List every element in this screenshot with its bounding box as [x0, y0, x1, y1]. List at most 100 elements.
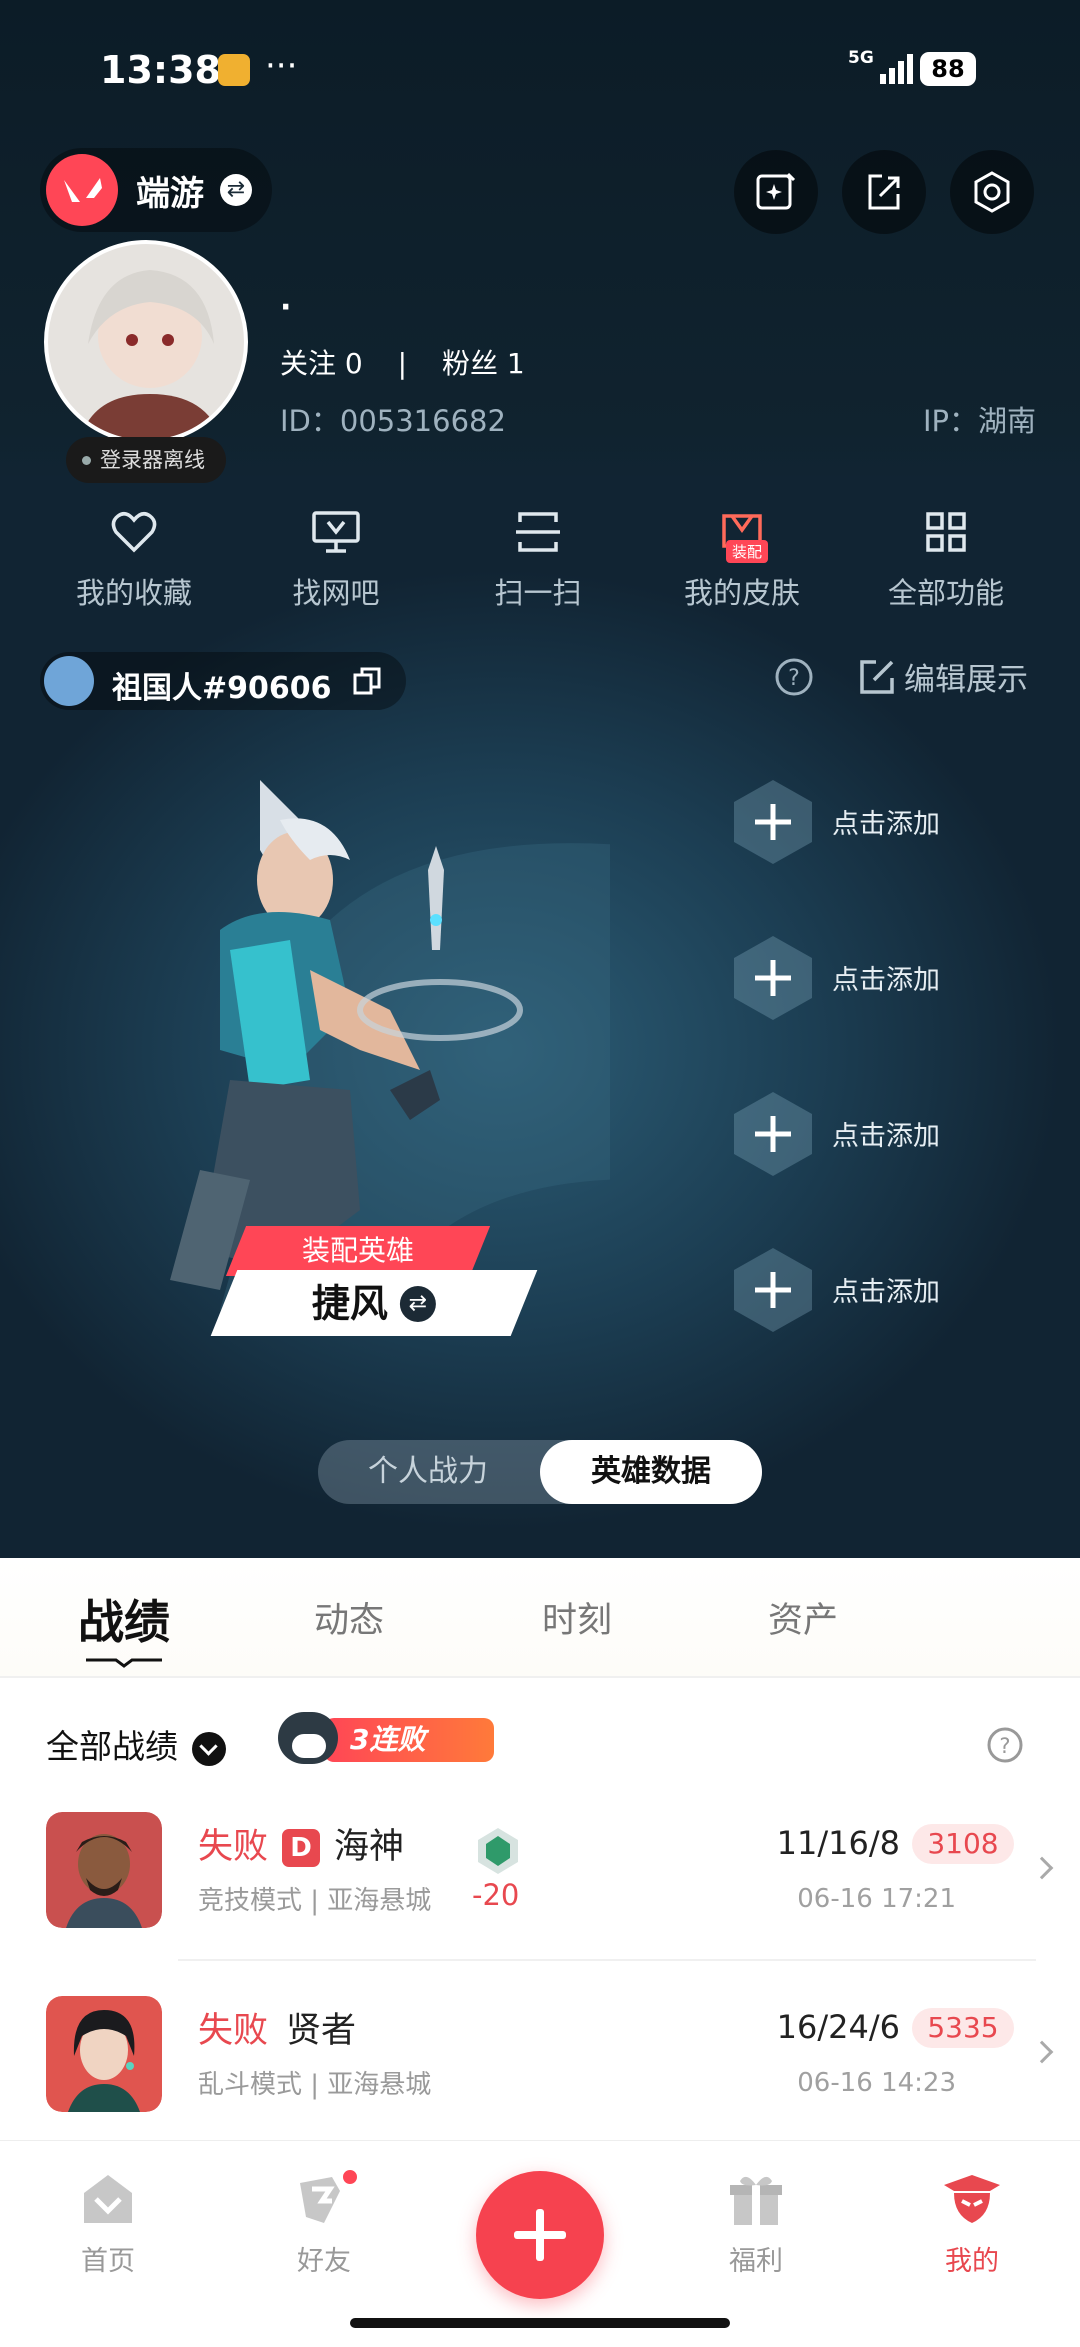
tab-feed[interactable]: 动态 — [314, 1592, 384, 1643]
network-label: 5G — [848, 48, 874, 68]
nav-label: 首页 — [81, 2246, 135, 2277]
quick-label: 全部功能 — [887, 576, 1004, 610]
tab-records[interactable]: 战绩 — [78, 1586, 170, 1652]
quick-label: 我的皮肤 — [683, 576, 800, 610]
match-kda: 16/24/6 — [776, 2008, 900, 2046]
monitor-icon — [312, 511, 360, 553]
ai-edit-button[interactable] — [734, 150, 818, 234]
tab-underline — [86, 1658, 162, 1668]
nav-home[interactable]: 首页 — [38, 2171, 178, 2278]
records-filter[interactable]: 全部战绩 — [46, 1720, 226, 1768]
quick-scan[interactable]: 扫一扫 — [438, 510, 638, 612]
help-icon[interactable]: ? — [986, 1726, 1024, 1764]
heart-icon — [111, 512, 157, 553]
quick-netcafe[interactable]: 找网吧 — [236, 510, 436, 612]
edit-display-label: 编辑展示 — [904, 662, 1028, 698]
match-row[interactable]: 失败 D 海神 竞技模式 | 亚海悬城 -20 11/16/8 3108 06-16… — [0, 1812, 1080, 1982]
edit-icon — [860, 660, 894, 694]
quick-favorites[interactable]: 我的收藏 — [34, 510, 234, 612]
quick-label: 扫一扫 — [494, 576, 582, 610]
gear-icon — [974, 171, 1010, 213]
agent-avatar — [46, 1996, 162, 2112]
add-slot[interactable]: 点击添加 — [730, 1088, 1050, 1178]
follow-stats[interactable]: 关注 0 | 粉丝 1 — [280, 342, 525, 382]
hero-name: 捷风 — [311, 1281, 388, 1326]
swap-icon: ⇄ — [220, 174, 252, 206]
match-result: 失败 贤者 — [198, 2011, 357, 2051]
plus-hex-icon — [734, 1092, 812, 1176]
agent-avatar — [46, 1812, 162, 1928]
sparkle-edit-icon — [756, 172, 796, 210]
launcher-offline-badge: 登录器离线 — [66, 437, 226, 483]
tab-assets[interactable]: 资产 — [768, 1592, 838, 1643]
help-icon[interactable]: ? — [774, 657, 814, 697]
toggle-personal-power[interactable]: 个人战力 — [318, 1440, 538, 1504]
bottom-nav: 首页 好友 福利 我的 — [0, 2140, 1080, 2347]
following-count: 0 — [344, 347, 363, 380]
profile-icon — [944, 2175, 1000, 2223]
toggle-hero-data[interactable]: 英雄数据 — [540, 1440, 762, 1504]
riot-id-chip[interactable]: 祖国人#90606 — [40, 652, 406, 710]
create-post-button[interactable] — [476, 2171, 604, 2299]
streak-label: 3连败 — [324, 1718, 494, 1762]
penguin-icon — [278, 1712, 338, 1764]
quick-skins[interactable]: 装配 我的皮肤 — [642, 510, 842, 612]
rank-delta: -20 — [472, 1878, 520, 1912]
equipped-hero-card[interactable]: 捷风 ⇄ — [210, 1270, 538, 1336]
row-divider — [178, 1959, 1036, 1961]
svg-text:?: ? — [788, 666, 800, 691]
rank-badge: D — [282, 1829, 321, 1867]
plus-hex-icon — [734, 780, 812, 864]
valorant-logo-icon — [46, 154, 118, 226]
chevron-right-icon — [1030, 2040, 1054, 2064]
nav-label: 好友 — [297, 2246, 351, 2277]
signal-icon — [880, 54, 913, 84]
quick-label: 找网吧 — [292, 576, 380, 610]
plus-hex-icon — [734, 936, 812, 1020]
quick-actions: 我的收藏 找网吧 扫一扫 装配 我的皮肤 全部功能 — [0, 510, 1080, 620]
status-bar: 13:38 ··· 5G 88 — [0, 40, 1080, 110]
match-date: 06-16 14:23 — [797, 2068, 956, 2098]
add-slot[interactable]: 点击添加 — [730, 1244, 1050, 1334]
add-slot[interactable]: 点击添加 — [730, 932, 1050, 1022]
app-notification-icon — [218, 54, 250, 86]
tab-moments[interactable]: 时刻 — [542, 1592, 612, 1643]
match-agent: 贤者 — [286, 2011, 357, 2051]
copy-icon[interactable] — [352, 666, 382, 696]
home-icon — [84, 2175, 132, 2223]
nav-friends[interactable]: 好友 — [254, 2167, 394, 2278]
filter-label: 全部战绩 — [46, 1727, 178, 1766]
more-notifications-icon: ··· — [265, 46, 298, 86]
share-icon — [868, 174, 900, 210]
stats-separator: | — [397, 347, 408, 380]
nav-label: 福利 — [729, 2246, 783, 2277]
streak-badge: 3连败 — [278, 1708, 508, 1770]
nav-welfare[interactable]: 福利 — [686, 2171, 826, 2278]
status-time: 13:38 — [100, 48, 221, 92]
match-mode: 竞技模式 | 亚海悬城 — [198, 1886, 432, 1916]
quick-all-features[interactable]: 全部功能 — [846, 510, 1046, 612]
followers-count: 1 — [506, 347, 525, 380]
grid-icon — [926, 512, 966, 552]
add-slot-label: 点击添加 — [832, 965, 940, 996]
settings-button[interactable] — [950, 150, 1034, 234]
content-tabs: 战绩 动态 时刻 资产 — [0, 1558, 1080, 1678]
avatar[interactable] — [44, 240, 248, 444]
game-switcher[interactable]: 端游 ⇄ — [40, 148, 272, 232]
nav-mine[interactable]: 我的 — [902, 2171, 1042, 2278]
riot-avatar — [44, 656, 94, 706]
user-id: ID：005316682 — [280, 404, 506, 438]
match-result: 失败 D 海神 — [198, 1827, 405, 1867]
match-score: 5335 — [912, 2008, 1014, 2048]
nickname: · — [280, 290, 292, 325]
svg-text:?: ? — [999, 1734, 1010, 1758]
chevron-right-icon — [1030, 1856, 1054, 1880]
edit-display-button[interactable]: 编辑展示 — [858, 654, 1028, 699]
home-indicator — [350, 2318, 730, 2328]
swap-hero-icon[interactable]: ⇄ — [399, 1285, 436, 1322]
followers-label: 粉丝 — [442, 347, 499, 380]
share-button[interactable] — [842, 150, 926, 234]
add-slot[interactable]: 点击添加 — [730, 776, 1050, 866]
equipped-hero-tag: 装配英雄 — [225, 1226, 491, 1276]
nav-label: 我的 — [945, 2246, 999, 2277]
